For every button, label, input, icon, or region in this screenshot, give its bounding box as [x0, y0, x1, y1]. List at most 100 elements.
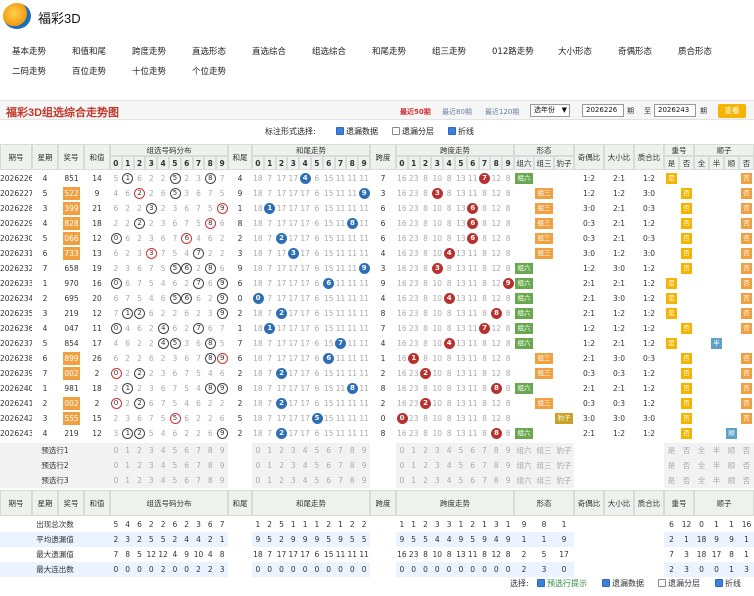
preview-digit-cell[interactable]: 8 — [204, 473, 217, 488]
preview-digit-cell[interactable]: 7 — [334, 473, 347, 488]
preview-order-cell[interactable]: 顺 — [724, 473, 739, 488]
preview-digit-cell[interactable]: 9 — [502, 458, 514, 473]
preview-digit-cell[interactable]: 6 — [322, 473, 335, 488]
preview-order-cell[interactable]: 否 — [739, 458, 754, 473]
preview-order-cell[interactable]: 否 — [739, 473, 754, 488]
preview-digit-cell[interactable]: 1 — [121, 473, 134, 488]
preview-digit-cell[interactable]: 3 — [287, 458, 300, 473]
preview-digit-cell[interactable]: 0 — [252, 443, 264, 458]
nav-link[interactable]: 跨度走势 — [132, 45, 166, 57]
preview-digit-cell[interactable]: 6 — [180, 443, 193, 458]
nav-link[interactable]: 二码走势 — [12, 65, 46, 77]
preview-digit-cell[interactable]: 4 — [157, 443, 169, 458]
preview-digit-cell[interactable]: 5 — [169, 443, 181, 458]
preview-digit-cell[interactable]: 6 — [466, 473, 479, 488]
preview-digit-cell[interactable]: 4 — [443, 443, 455, 458]
preview-shape-cell[interactable]: 组六 — [514, 443, 534, 458]
preview-digit-cell[interactable]: 8 — [346, 473, 359, 488]
preview-digit-cell[interactable]: 8 — [490, 473, 503, 488]
preview-rep-cell[interactable]: 是 — [664, 443, 679, 458]
preview-digit-cell[interactable]: 1 — [263, 473, 276, 488]
preview-digit-cell[interactable]: 5 — [311, 458, 323, 473]
nav-link[interactable]: 质合形态 — [678, 45, 712, 57]
nav-link[interactable]: 和值和尾 — [72, 45, 106, 57]
preview-digit-cell[interactable]: 5 — [455, 473, 467, 488]
preview-digit-cell[interactable]: 0 — [110, 458, 122, 473]
preview-digit-cell[interactable]: 8 — [346, 458, 359, 473]
preview-digit-cell[interactable]: 0 — [252, 473, 264, 488]
preview-digit-cell[interactable]: 0 — [396, 443, 408, 458]
option-polyline[interactable]: 折线 — [448, 126, 474, 137]
preview-rep-cell[interactable]: 否 — [679, 458, 694, 473]
preview-digit-cell[interactable]: 3 — [287, 473, 300, 488]
checkbox-icon[interactable] — [336, 127, 344, 135]
recent-80-link[interactable]: 最近80期 — [442, 107, 472, 117]
preview-digit-cell[interactable]: 4 — [299, 458, 311, 473]
preview-shape-cell[interactable]: 豹子 — [554, 473, 574, 488]
preview-digit-cell[interactable]: 3 — [145, 473, 158, 488]
preview-digit-cell[interactable]: 4 — [157, 458, 169, 473]
nav-link[interactable]: 奇偶形态 — [618, 45, 652, 57]
nav-link[interactable]: 直选形态 — [192, 45, 226, 57]
preview-digit-cell[interactable]: 8 — [490, 458, 503, 473]
preview-digit-cell[interactable]: 2 — [275, 473, 288, 488]
nav-link[interactable]: 个位走势 — [192, 65, 226, 77]
preview-digit-cell[interactable]: 0 — [110, 443, 122, 458]
recent-50-link[interactable]: 最近50期 — [400, 107, 431, 117]
from-issue-input[interactable]: 2026226 — [582, 104, 624, 117]
preview-order-cell[interactable]: 半 — [709, 443, 724, 458]
preview-rep-cell[interactable]: 否 — [679, 443, 694, 458]
preview-digit-cell[interactable]: 6 — [322, 458, 335, 473]
preview-digit-cell[interactable]: 7 — [478, 473, 491, 488]
footer-preview-hint[interactable]: 预选行提示 — [537, 578, 587, 589]
col-issue-header-bottom[interactable]: 期号 — [0, 490, 32, 516]
preview-digit-cell[interactable]: 5 — [311, 473, 323, 488]
preview-digit-cell[interactable]: 6 — [466, 458, 479, 473]
preview-digit-cell[interactable]: 9 — [216, 458, 228, 473]
preview-shape-cell[interactable]: 组三 — [534, 458, 554, 473]
preview-digit-cell[interactable]: 2 — [419, 443, 432, 458]
preview-digit-cell[interactable]: 4 — [299, 443, 311, 458]
preview-digit-cell[interactable]: 0 — [110, 473, 122, 488]
preview-digit-cell[interactable]: 3 — [431, 473, 444, 488]
preview-order-cell[interactable]: 全 — [694, 473, 709, 488]
nav-link[interactable]: 直选综合 — [252, 45, 286, 57]
nav-link[interactable]: 组选综合 — [312, 45, 346, 57]
preview-digit-cell[interactable]: 9 — [502, 443, 514, 458]
preview-rep-cell[interactable]: 是 — [664, 473, 679, 488]
nav-link[interactable]: 012路走势 — [492, 45, 534, 57]
nav-link[interactable]: 大小形态 — [558, 45, 592, 57]
preview-digit-cell[interactable]: 3 — [145, 458, 158, 473]
preview-digit-cell[interactable]: 7 — [192, 473, 205, 488]
preview-digit-cell[interactable]: 5 — [169, 473, 181, 488]
preview-digit-cell[interactable]: 4 — [299, 473, 311, 488]
preview-digit-cell[interactable]: 1 — [263, 458, 276, 473]
preview-digit-cell[interactable]: 6 — [466, 443, 479, 458]
preview-shape-cell[interactable]: 豹子 — [554, 458, 574, 473]
footer-polyline[interactable]: 折线 — [715, 578, 741, 589]
col-issue-header[interactable]: 期号 — [0, 144, 32, 170]
preview-shape-cell[interactable]: 组三 — [534, 473, 554, 488]
preview-shape-cell[interactable]: 组六 — [514, 473, 534, 488]
checkbox-icon[interactable] — [537, 579, 545, 587]
preview-digit-cell[interactable]: 1 — [407, 443, 420, 458]
nav-link[interactable]: 百位走势 — [72, 65, 106, 77]
preview-digit-cell[interactable]: 4 — [443, 473, 455, 488]
preview-digit-cell[interactable]: 8 — [346, 443, 359, 458]
query-button[interactable]: 查看 — [718, 104, 746, 118]
footer-missing-data[interactable]: 遗漏数据 — [602, 578, 644, 589]
preview-digit-cell[interactable]: 4 — [443, 458, 455, 473]
checkbox-icon[interactable] — [715, 579, 723, 587]
preview-order-cell[interactable]: 顺 — [724, 443, 739, 458]
preview-shape-cell[interactable]: 组三 — [534, 443, 554, 458]
preview-digit-cell[interactable]: 0 — [252, 458, 264, 473]
preview-digit-cell[interactable]: 8 — [204, 458, 217, 473]
option-missing-layer[interactable]: 遗漏分层 — [392, 126, 434, 137]
preview-digit-cell[interactable]: 7 — [334, 458, 347, 473]
preview-digit-cell[interactable]: 5 — [169, 458, 181, 473]
preview-digit-cell[interactable]: 6 — [180, 458, 193, 473]
preview-digit-cell[interactable]: 1 — [407, 458, 420, 473]
preview-digit-cell[interactable]: 9 — [358, 473, 370, 488]
checkbox-icon[interactable] — [392, 127, 400, 135]
preview-digit-cell[interactable]: 1 — [121, 443, 134, 458]
